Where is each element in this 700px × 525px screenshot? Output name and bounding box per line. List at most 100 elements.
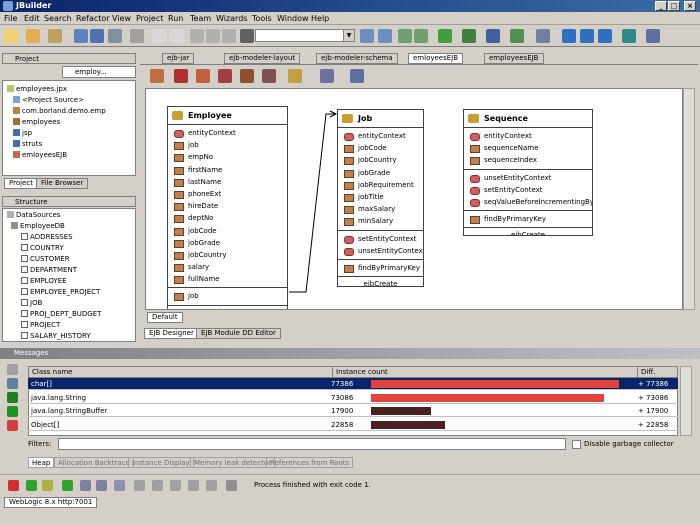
finder-icon[interactable] — [262, 69, 276, 83]
table-row[interactable]: Object[] 22858 + 22858 — [28, 419, 678, 431]
tab-modeler-schema[interactable]: ejb-modeler-schema — [316, 53, 398, 64]
pause-icon[interactable] — [42, 480, 53, 491]
tree-item-table[interactable]: CUSTOMER — [21, 255, 70, 263]
field[interactable]: job — [168, 139, 287, 151]
table-row[interactable]: char[] 77386 + 77386 — [28, 378, 678, 390]
view-icon[interactable] — [288, 69, 302, 83]
stop-icon[interactable] — [8, 480, 19, 491]
new-icon[interactable] — [4, 29, 18, 43]
export-icon[interactable] — [350, 69, 364, 83]
field-entitycontext[interactable]: entityContext — [168, 127, 287, 139]
finder[interactable]: findByPrimaryKey — [464, 213, 592, 225]
menu-refactor[interactable]: Refactor — [76, 14, 110, 23]
method[interactable]: seqValueBeforeIncrementingBy — [464, 196, 592, 208]
close-file-icon[interactable] — [108, 29, 122, 43]
debug-icon[interactable] — [462, 29, 476, 43]
gc-checkbox[interactable] — [572, 440, 581, 449]
method[interactable]: unsetEntityContext — [168, 306, 287, 309]
method[interactable]: setEntityContext — [338, 233, 423, 245]
tab-ejb-dd-editor[interactable]: EJB Module DD Editor — [196, 328, 281, 339]
field-entitycontext[interactable]: entityContext — [464, 130, 592, 142]
reopen-icon[interactable] — [48, 29, 62, 43]
menu-help[interactable]: Help — [311, 14, 329, 23]
relation-icon[interactable] — [240, 69, 254, 83]
field[interactable]: jobCode — [338, 142, 423, 154]
col-instance-count[interactable]: Instance count — [332, 367, 388, 377]
books-icon[interactable] — [622, 29, 636, 43]
ejb-diagram-canvas[interactable]: Employee entityContext job empNo firstNa… — [145, 88, 683, 310]
tree-item-table[interactable]: DEPARTMENT — [21, 266, 77, 274]
watch-icon[interactable] — [152, 480, 163, 491]
tab-project[interactable]: Project — [4, 178, 38, 189]
relation-job[interactable]: job — [168, 290, 287, 302]
field[interactable]: phoneExt — [168, 188, 287, 200]
field[interactable]: jobGrade — [338, 167, 423, 179]
tree-item-package[interactable]: com.borland.demo.emp — [13, 107, 106, 115]
field[interactable]: hireDate — [168, 200, 287, 212]
find-icon[interactable] — [240, 29, 254, 43]
tab-memory-leak[interactable]: Memory leak detector — [190, 457, 276, 468]
graph-icon[interactable] — [7, 378, 18, 389]
menu-edit[interactable]: Edit — [24, 14, 40, 23]
menu-tools[interactable]: Tools — [252, 14, 272, 23]
step-icon[interactable] — [80, 480, 91, 491]
maximize-button[interactable]: □ — [668, 1, 680, 11]
home-icon[interactable] — [598, 29, 612, 43]
tree-item-employees[interactable]: employees — [13, 118, 60, 126]
copy-icon[interactable] — [206, 29, 220, 43]
field-entitycontext[interactable]: entityContext — [338, 130, 423, 142]
threads-icon[interactable] — [188, 480, 199, 491]
optimize-icon[interactable] — [486, 29, 500, 43]
menu-team[interactable]: Team — [190, 14, 211, 23]
undo-icon[interactable] — [152, 29, 166, 43]
console-icon[interactable] — [206, 480, 217, 491]
field[interactable]: jobCode — [168, 225, 287, 237]
settings-icon[interactable] — [226, 480, 237, 491]
field[interactable]: firstName — [168, 164, 287, 176]
method[interactable]: unsetEntityContext — [338, 245, 423, 257]
menu-run[interactable]: Run — [168, 14, 183, 23]
field[interactable]: empNo — [168, 151, 287, 163]
tab-allocation-backtrace[interactable]: Allocation Backtrace — [54, 457, 134, 468]
search-prev-icon[interactable] — [378, 29, 392, 43]
menu-project[interactable]: Project — [136, 14, 163, 23]
field[interactable]: fullName — [168, 273, 287, 285]
tab-ejb-jar[interactable]: ejb-jar — [162, 53, 195, 64]
menu-window[interactable]: Window — [277, 14, 309, 23]
field[interactable]: deptNo — [168, 212, 287, 224]
tab-instance-display[interactable]: Instance Display — [128, 457, 194, 468]
finder[interactable]: findByPrimaryKey — [338, 262, 423, 274]
method-icon[interactable] — [218, 69, 232, 83]
paste-icon[interactable] — [222, 29, 236, 43]
tree-item-table[interactable]: JOB — [21, 299, 42, 307]
help-icon[interactable] — [646, 29, 660, 43]
step-into-icon[interactable] — [96, 480, 107, 491]
tree-item-table[interactable]: COUNTRY — [21, 244, 64, 252]
tab-default[interactable]: Default — [147, 312, 183, 323]
table-row[interactable]: java.lang.StringBuffer 17900 + 17900 — [28, 405, 678, 417]
tree-item-table[interactable]: EMPLOYEE — [21, 277, 67, 285]
chevron-down-icon[interactable]: ▼ — [343, 30, 354, 41]
employee-entity[interactable]: Employee entityContext job empNo firstNa… — [167, 106, 288, 309]
gc-icon[interactable] — [7, 420, 18, 431]
field[interactable]: sequenceName — [464, 142, 592, 154]
tab-weblogic[interactable]: WebLogic 8.x http:7001 — [4, 497, 98, 508]
step-out-icon[interactable] — [114, 480, 125, 491]
table-row[interactable]: java.lang.String 73086 + 73086 — [28, 392, 678, 404]
minimize-button[interactable]: _ — [655, 1, 667, 11]
save-icon[interactable] — [74, 29, 88, 43]
tab-modeler-layout[interactable]: ejb-modeler-layout — [224, 53, 301, 64]
field[interactable]: jobGrade — [168, 237, 287, 249]
view-icon[interactable] — [134, 480, 145, 491]
search-next-icon[interactable] — [360, 29, 374, 43]
save-all-icon[interactable] — [90, 29, 104, 43]
tab-employeesejb[interactable]: employeesEJB — [484, 53, 544, 64]
tree-item-struts[interactable]: struts — [13, 140, 42, 148]
field[interactable]: lastName — [168, 176, 287, 188]
print-icon[interactable] — [130, 29, 144, 43]
table-vertical-scrollbar[interactable] — [680, 366, 692, 436]
rebuild-icon[interactable] — [414, 29, 428, 43]
menu-file[interactable]: File — [4, 14, 17, 23]
redo-icon[interactable] — [170, 29, 184, 43]
menu-wizards[interactable]: Wizards — [216, 14, 247, 23]
